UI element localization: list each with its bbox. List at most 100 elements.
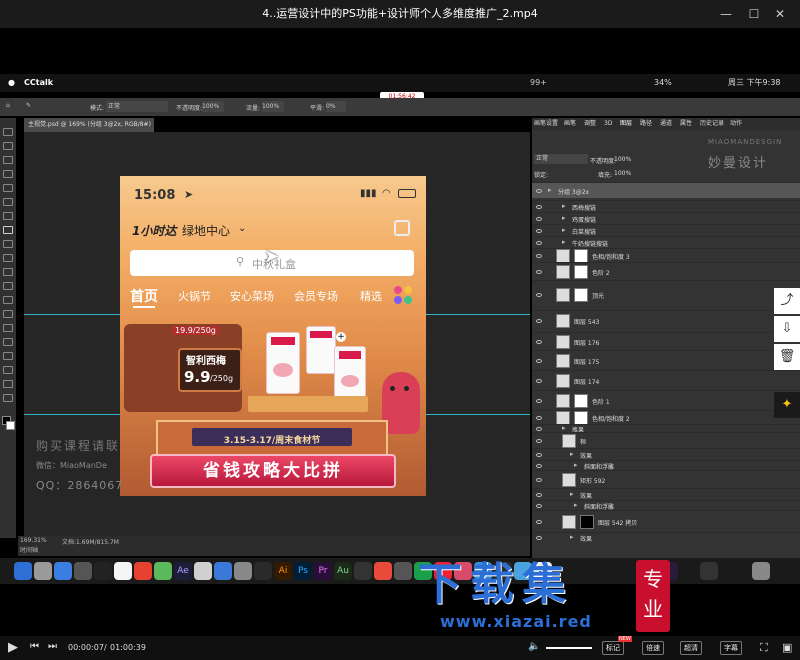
path-select-icon[interactable] <box>3 352 13 360</box>
sketch-icon[interactable] <box>374 562 392 580</box>
premiere-icon[interactable]: Pr <box>314 562 332 580</box>
stamp-tool-icon[interactable] <box>3 240 13 248</box>
tab-actions[interactable]: 动作 <box>730 118 742 130</box>
eye-icon[interactable] <box>536 453 542 457</box>
tab-brush[interactable]: 画笔 <box>564 118 576 130</box>
folder-icon[interactable]: ▸ <box>570 490 574 498</box>
location-label[interactable]: 绿地中心 <box>182 222 230 239</box>
document-tab[interactable]: 主视觉.psd @ 169% (分组 3@2x, RGB/8#) * <box>24 118 154 142</box>
prev-icon[interactable]: ⏮ <box>30 641 39 652</box>
tab-home[interactable]: 首页 <box>130 286 158 306</box>
app-icon[interactable] <box>254 562 272 580</box>
tab-member[interactable]: 会员专场 <box>294 288 338 304</box>
app-icon[interactable] <box>354 562 372 580</box>
flow-input[interactable]: 100% <box>262 101 284 112</box>
blend-mode-select[interactable]: 正常 <box>534 154 588 164</box>
tab-adjust[interactable]: 调整 <box>584 118 596 130</box>
eye-icon[interactable] <box>536 399 542 403</box>
volume-icon[interactable]: 🔈 <box>528 641 540 652</box>
layer-row[interactable]: ▸ 斜面和浮雕 <box>532 460 800 471</box>
brush-icon[interactable]: ✎ <box>26 102 31 109</box>
chrome-icon[interactable] <box>134 562 152 580</box>
folder-icon[interactable]: ▸ <box>548 186 552 194</box>
folder-icon[interactable]: ▸ <box>562 202 566 210</box>
download-icon[interactable]: ⇩ <box>774 316 800 342</box>
gradient-tool-icon[interactable] <box>3 282 13 290</box>
eye-icon[interactable] <box>536 379 542 383</box>
eye-icon[interactable] <box>536 241 542 245</box>
eye-icon[interactable] <box>536 493 542 497</box>
settings-icon[interactable] <box>74 562 92 580</box>
layer-row[interactable]: 桓 <box>532 432 800 448</box>
opacity-input[interactable]: 100% <box>202 101 224 112</box>
eye-icon[interactable] <box>536 536 542 540</box>
heal-tool-icon[interactable] <box>3 212 13 220</box>
safari-icon[interactable] <box>54 562 72 580</box>
close-icon[interactable]: ✕ <box>770 4 790 24</box>
eye-icon[interactable] <box>536 319 542 323</box>
qq-icon[interactable] <box>94 562 112 580</box>
category-icon[interactable] <box>394 286 414 304</box>
fullscreen-icon[interactable]: ⛶ <box>760 641 768 655</box>
background-color[interactable] <box>6 421 15 430</box>
mode-select[interactable]: 正常 <box>106 101 168 112</box>
eye-icon[interactable] <box>536 217 542 221</box>
eye-icon[interactable] <box>536 464 542 468</box>
layer-row[interactable]: 顶光 <box>532 280 800 308</box>
move-tool-icon[interactable] <box>3 128 13 136</box>
layer-row[interactable]: 色阶 1 <box>532 390 800 410</box>
eye-icon[interactable] <box>536 340 542 344</box>
pen-tool-icon[interactable] <box>3 324 13 332</box>
layer-opacity[interactable]: 100% <box>614 156 631 163</box>
mark-button[interactable]: 标记 <box>602 641 624 655</box>
app-icon[interactable] <box>394 562 412 580</box>
tab-properties[interactable]: 属性 <box>680 118 692 130</box>
layer-row[interactable]: 色相/饱和度 3 <box>532 248 800 263</box>
audition-icon[interactable]: Au <box>334 562 352 580</box>
layer-row[interactable]: 矩形 592 <box>532 470 800 488</box>
tab-channels[interactable]: 通道 <box>660 118 672 130</box>
photoshop-icon[interactable]: Ps <box>294 562 312 580</box>
scan-icon[interactable] <box>394 220 410 236</box>
text-tool-icon[interactable] <box>3 338 13 346</box>
smooth-input[interactable]: 0% <box>326 101 346 112</box>
folder-icon[interactable]: ▸ <box>562 214 566 222</box>
quality-button[interactable]: 超清 <box>680 641 702 655</box>
eye-icon[interactable] <box>536 427 542 431</box>
finder-icon[interactable] <box>14 562 32 580</box>
tab-3d[interactable]: 3D <box>604 118 612 130</box>
tab-paths[interactable]: 路径 <box>640 118 652 130</box>
tab-selected[interactable]: 精选 <box>360 288 382 304</box>
layer-row[interactable]: 色相/饱和度 2 <box>532 410 800 425</box>
folder-icon[interactable]: ▸ <box>562 238 566 246</box>
folder-icon[interactable]: ▸ <box>574 461 578 469</box>
play-icon[interactable]: ▶ <box>8 640 18 655</box>
maximize-icon[interactable]: ☐ <box>744 4 764 24</box>
trash-dock-icon[interactable] <box>752 562 770 580</box>
lasso-tool-icon[interactable] <box>3 156 13 164</box>
eye-icon[interactable] <box>536 293 542 297</box>
next-icon[interactable]: ⏭ <box>48 641 57 652</box>
launchpad-icon[interactable] <box>34 562 52 580</box>
eye-icon[interactable] <box>536 229 542 233</box>
subtitle-button[interactable]: 字幕 <box>720 641 742 655</box>
chevron-down-icon[interactable]: ⌄ <box>238 223 246 234</box>
eye-icon[interactable] <box>536 504 542 508</box>
tab-brush-settings[interactable]: 画笔设置 <box>534 118 558 130</box>
eye-icon[interactable] <box>536 359 542 363</box>
layer-row[interactable]: ▸ 鸡蛋搜链 <box>532 212 800 224</box>
folder-icon[interactable]: ▸ <box>574 501 578 509</box>
apple-icon[interactable]: ● <box>8 74 15 92</box>
tab-history[interactable]: 历史记录 <box>700 118 724 130</box>
layer-row[interactable]: ▸ 瓶果 <box>532 424 800 434</box>
after-effects-icon[interactable]: Ae <box>174 562 192 580</box>
folder-icon[interactable]: ▸ <box>570 533 574 541</box>
tab-market[interactable]: 安心菜场 <box>230 288 274 304</box>
hand-tool-icon[interactable] <box>3 380 13 388</box>
browser-icon[interactable] <box>214 562 232 580</box>
volume-slider[interactable] <box>546 647 592 649</box>
layer-fill[interactable]: 100% <box>614 170 631 177</box>
layer-row[interactable]: 图层 176 <box>532 332 800 350</box>
shape-tool-icon[interactable] <box>3 366 13 374</box>
eye-icon[interactable] <box>536 520 542 524</box>
